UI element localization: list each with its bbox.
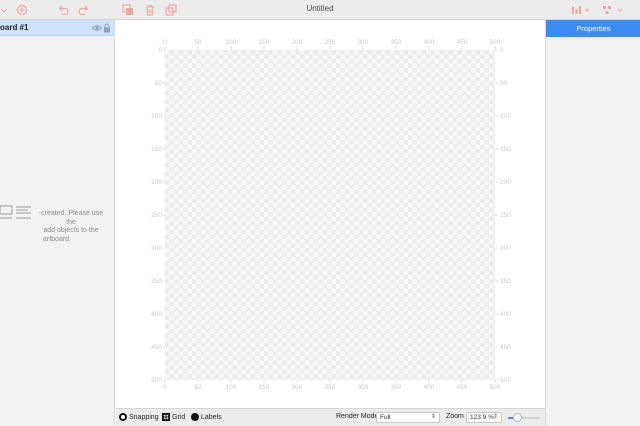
arrange-icon[interactable]: [164, 2, 178, 18]
render-mode-label: Render Mode: [336, 413, 379, 420]
ruler-label-bottom: 50: [194, 384, 202, 391]
grid-label: Grid: [172, 413, 186, 421]
ruler-label-left: 350: [151, 278, 162, 285]
undo-icon[interactable]: [57, 2, 71, 18]
ruler-label-bottom: 500: [490, 384, 501, 391]
chevron-down-icon[interactable]: [0, 2, 8, 18]
ruler-label-right: 150: [500, 146, 511, 153]
ruler-label-top: 0: [163, 39, 167, 46]
ruler-label-top: 150: [259, 39, 270, 46]
canvas-area[interactable]: 0 0 0 0 50 50 50 50 100 100 100 100 150 150 150 150 200 2…: [116, 20, 544, 408]
artboard-canvas[interactable]: 000 0505050 50100100100 100150150150 1502002…: [116, 20, 544, 408]
ruler-label-bottom: 400: [424, 384, 435, 391]
layer-name: oard #1: [0, 23, 29, 32]
layers-panel: oard #1 -created. Please use the add obj…: [0, 20, 115, 426]
ruler-label-right: 400: [500, 311, 511, 318]
ruler-label-top: 400: [424, 39, 435, 46]
ruler-label-right: 200: [500, 179, 511, 186]
snapping-icon: [119, 413, 127, 421]
toolbar: Untitled: [0, 0, 640, 20]
empty-message-line: artboard.: [42, 235, 72, 243]
zoom-select[interactable]: 123.9 % ⇕: [466, 412, 502, 423]
ruler-label-top: 200: [292, 39, 303, 46]
ruler-label-left: 300: [151, 245, 162, 252]
tab-properties[interactable]: Properties: [546, 20, 640, 37]
ruler-label-left: 250: [151, 212, 162, 219]
render-mode-select[interactable]: Full ⇕: [376, 412, 440, 423]
ruler-label-top: 450: [457, 39, 468, 46]
ruler-label-right: 250: [500, 212, 511, 219]
target-icon[interactable]: [15, 2, 29, 18]
ruler-label-right: 450: [500, 344, 511, 351]
ruler-label-left: 100: [151, 113, 162, 120]
snapping-toggle[interactable]: Snapping: [119, 413, 159, 421]
ruler-label-top: 250: [325, 39, 336, 46]
ruler-label-left: 450: [151, 344, 162, 351]
zoom-value: 123.9 %: [470, 414, 494, 421]
eye-icon[interactable]: [92, 23, 102, 33]
ruler-label-bottom: 200: [292, 384, 303, 391]
grid-toggle[interactable]: Grid: [162, 413, 185, 421]
lock-icon[interactable]: [103, 23, 111, 33]
ruler-label-left: 500: [151, 377, 162, 384]
ruler-label-left: 150: [151, 146, 162, 153]
ruler-label-bottom: 0: [163, 384, 167, 391]
chevron-updown-icon: ⇕: [430, 414, 436, 420]
align-icon[interactable]: [570, 2, 592, 18]
chevron-updown-icon: ⇕: [492, 414, 498, 420]
ruler-label-top: 100: [226, 39, 237, 46]
ruler-label-left: 200: [151, 179, 162, 186]
properties-panel: Properties: [545, 20, 640, 426]
ruler-label-bottom: 350: [391, 384, 402, 391]
status-bar: Snapping Grid Labels Render Mode Full ⇕ …: [116, 408, 545, 426]
labels-toggle[interactable]: Labels: [191, 413, 222, 421]
zoom-slider-handle[interactable]: [513, 413, 522, 422]
render-mode-value: Full: [380, 414, 391, 421]
ruler-label-right: 0: [500, 47, 504, 54]
ruler-label-top: 300: [358, 39, 369, 46]
empty-message-line: add objects to the: [43, 227, 99, 234]
layer-row-artboard[interactable]: oard #1: [0, 20, 114, 36]
ruler-label-right: 50: [500, 80, 508, 87]
ruler-label-bottom: 250: [325, 384, 336, 391]
ruler-label-left: 50: [155, 80, 163, 87]
grid-icon: [162, 413, 170, 421]
snapping-label: Snapping: [129, 413, 159, 421]
ruler-label-top: 500: [490, 39, 501, 46]
window-title: Untitled: [306, 4, 334, 13]
ruler-label-top: 50: [194, 39, 202, 46]
distribute-icon[interactable]: [601, 2, 627, 18]
trash-icon[interactable]: [143, 2, 157, 18]
empty-layers-message: -created. Please use the add objects to …: [0, 210, 108, 244]
artboard[interactable]: [165, 50, 495, 380]
ruler-label-top: 350: [391, 39, 402, 46]
ruler-label-bottom: 450: [457, 384, 468, 391]
redo-icon[interactable]: [76, 2, 90, 18]
ruler-label-bottom: 300: [358, 384, 369, 391]
ruler-label-right: 350: [500, 278, 511, 285]
zoom-label: Zoom: [446, 413, 464, 420]
ruler-label-right: 500: [500, 377, 511, 384]
labels-icon: [191, 413, 199, 421]
ruler-label-right: 300: [500, 245, 511, 252]
ruler-label-left: 0: [158, 47, 162, 54]
ruler-label-left: 400: [151, 311, 162, 318]
empty-message-line: -created. Please use the: [38, 210, 104, 226]
app-window: Untitled oard #1 -created. Please use th…: [0, 0, 640, 426]
ruler-label-right: 100: [500, 113, 511, 120]
duplicate-icon[interactable]: [121, 2, 135, 18]
ruler-label-bottom: 100: [226, 384, 237, 391]
labels-label: Labels: [201, 413, 222, 421]
ruler-label-bottom: 150: [259, 384, 270, 391]
